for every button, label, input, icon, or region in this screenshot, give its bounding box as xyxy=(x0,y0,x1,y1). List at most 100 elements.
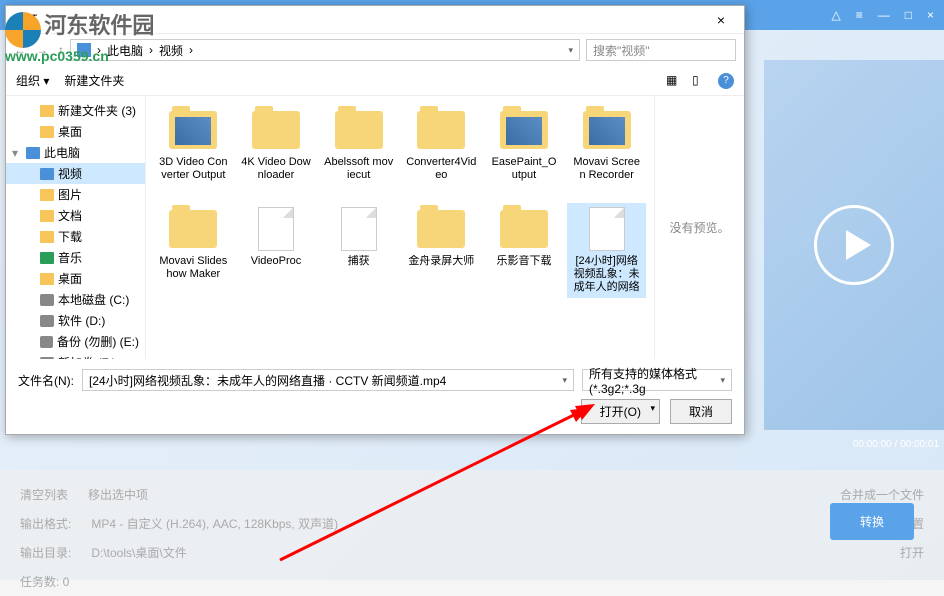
dialog-close-button[interactable]: × xyxy=(706,12,736,28)
folder-icon xyxy=(252,111,300,149)
file-item[interactable]: Abelssoft moviecut xyxy=(319,104,398,199)
path-seg-videos[interactable]: 视频 xyxy=(159,42,183,59)
file-label: Movavi Slideshow Maker xyxy=(158,255,229,281)
tree-item[interactable]: 备份 (勿删) (E:) xyxy=(6,331,145,352)
tree-item[interactable]: 视频 xyxy=(6,163,145,184)
folder-icon xyxy=(583,111,631,149)
tree-item[interactable]: 本地磁盘 (C:) xyxy=(6,289,145,310)
play-button[interactable] xyxy=(814,205,894,285)
folder-icon xyxy=(169,111,217,149)
document-icon xyxy=(589,207,625,251)
path-dropdown-icon[interactable]: ▾ xyxy=(568,45,573,56)
document-icon xyxy=(258,207,294,251)
preview-pane: 没有预览。 xyxy=(654,96,744,359)
help-icon[interactable]: ? xyxy=(718,73,734,89)
output-dir-value[interactable]: D:\tools\桌面\文件 xyxy=(91,544,186,561)
filetype-select[interactable]: 所有支持的媒体格式(*.3g2;*.3g ▾ xyxy=(582,369,732,391)
remove-selected-button[interactable]: 移出选中项 xyxy=(88,486,148,503)
folder-icon xyxy=(40,231,54,243)
dialog-toolbar: 组织 ▾ 新建文件夹 ▦ ▯ ? xyxy=(6,66,744,96)
close-icon[interactable]: × xyxy=(927,8,934,22)
folder-icon xyxy=(40,105,54,117)
file-item[interactable]: Movavi Screen Recorder xyxy=(567,104,646,199)
filetype-value: 所有支持的媒体格式(*.3g2;*.3g xyxy=(589,365,720,396)
dialog-footer: 文件名(N): [24小时]网络视频乱象：未成年人的网络直播 · CCTV 新闻… xyxy=(6,359,744,434)
tree-item[interactable]: 图片 xyxy=(6,184,145,205)
file-item[interactable]: [24小时]网络视频乱象：未成年人的网络直播 · CCTV 新闻频... xyxy=(567,203,646,298)
file-label: Converter4Video xyxy=(406,156,477,182)
file-label: 金舟录屏大师 xyxy=(408,255,474,268)
tree-item[interactable]: 下载 xyxy=(6,226,145,247)
file-label: 捕获 xyxy=(348,255,370,268)
file-item[interactable]: Converter4Video xyxy=(402,104,481,199)
file-item[interactable]: 3D Video Converter Output xyxy=(154,104,233,199)
open-button[interactable]: 打开(O) ▾ xyxy=(581,399,660,424)
minimize-icon[interactable]: — xyxy=(878,8,890,22)
preview-panel xyxy=(764,60,944,430)
user-icon[interactable]: △ xyxy=(831,8,840,22)
file-label: EasePaint_Output xyxy=(489,156,560,182)
pc-icon xyxy=(26,147,40,159)
tree-item-label: 软件 (D:) xyxy=(58,312,105,329)
folder-icon xyxy=(417,210,465,248)
watermark-title: 河东软件园 xyxy=(44,13,154,38)
tree-item-label: 图片 xyxy=(58,186,82,203)
tree-item-label: 下载 xyxy=(58,228,82,245)
file-label: 4K Video Downloader xyxy=(241,156,312,182)
file-label: 3D Video Converter Output xyxy=(158,156,229,182)
file-item[interactable]: 捕获 xyxy=(319,203,398,298)
open-dir-button[interactable]: 打开 xyxy=(900,544,924,561)
new-folder-button[interactable]: 新建文件夹 xyxy=(64,72,124,89)
merge-checkbox[interactable]: 合并成一个文件 xyxy=(840,486,924,503)
tree-item[interactable]: 文档 xyxy=(6,205,145,226)
filename-dropdown-icon[interactable]: ▾ xyxy=(562,375,567,386)
file-item[interactable]: 乐影音下载 xyxy=(485,203,564,298)
tree-item-label: 视频 xyxy=(58,165,82,182)
tree-item[interactable]: 新加卷 (F:) xyxy=(6,352,145,359)
file-item[interactable]: EasePaint_Output xyxy=(485,104,564,199)
clear-list-button[interactable]: 清空列表 xyxy=(20,486,68,503)
convert-button[interactable]: 转换 xyxy=(830,503,914,540)
tree-item[interactable]: 音乐 xyxy=(6,247,145,268)
file-label: 乐影音下载 xyxy=(496,255,551,268)
file-item[interactable]: VideoProc xyxy=(237,203,316,298)
file-item[interactable]: Movavi Slideshow Maker xyxy=(154,203,233,298)
tree-item-label: 文档 xyxy=(58,207,82,224)
file-label: VideoProc xyxy=(251,255,302,268)
tree-item-label: 本地磁盘 (C:) xyxy=(58,291,129,308)
file-label: [24小时]网络视频乱象：未成年人的网络直播 · CCTV 新闻频... xyxy=(571,255,642,294)
file-label: Abelssoft moviecut xyxy=(323,156,394,182)
document-icon xyxy=(341,207,377,251)
tree-item[interactable]: ▾此电脑 xyxy=(6,142,145,163)
folder-icon xyxy=(335,111,383,149)
tree-item[interactable]: 软件 (D:) xyxy=(6,310,145,331)
folder-icon xyxy=(169,210,217,248)
search-input[interactable]: 搜索"视频" xyxy=(586,39,736,61)
output-format-value[interactable]: MP4 - 自定义 (H.264), AAC, 128Kbps, 双声道) xyxy=(91,515,338,532)
task-count: 任务数: 0 xyxy=(20,573,69,590)
folder-tree[interactable]: 新建文件夹 (3)桌面▾此电脑视频图片文档下载音乐桌面本地磁盘 (C:)软件 (… xyxy=(6,96,146,359)
tree-item[interactable]: 新建文件夹 (3) xyxy=(6,100,145,121)
folder-icon xyxy=(40,126,54,138)
menu-icon[interactable]: ≡ xyxy=(856,8,863,22)
view-mode-icon[interactable]: ▦ xyxy=(666,73,682,89)
file-grid[interactable]: 3D Video Converter Output 4K Video Downlo… xyxy=(146,96,654,359)
tree-item[interactable]: 桌面 xyxy=(6,121,145,142)
output-dir-label: 输出目录: xyxy=(20,544,71,561)
folder-icon xyxy=(417,111,465,149)
file-label: Movavi Screen Recorder xyxy=(571,156,642,182)
disk-icon xyxy=(40,315,54,327)
filetype-dropdown-icon[interactable]: ▾ xyxy=(720,375,725,386)
file-open-dialog: 打开 × ← → ↑ › 此电脑 › 视频 › ▾ 搜索"视频" 组织 ▾ 新建… xyxy=(5,5,745,435)
maximize-icon[interactable]: □ xyxy=(905,8,912,22)
folder-icon xyxy=(40,189,54,201)
preview-toggle-icon[interactable]: ▯ xyxy=(692,73,708,89)
tree-item[interactable]: 桌面 xyxy=(6,268,145,289)
play-icon xyxy=(846,230,871,260)
file-item[interactable]: 4K Video Downloader xyxy=(237,104,316,199)
organize-button[interactable]: 组织 ▾ xyxy=(16,72,49,89)
cancel-button[interactable]: 取消 xyxy=(670,399,732,424)
filename-input[interactable]: [24小时]网络视频乱象：未成年人的网络直播 · CCTV 新闻频道.mp4 ▾ xyxy=(82,369,574,391)
timeline-text: 00:00:00 / 00:00:01 xyxy=(853,439,939,450)
file-item[interactable]: 金舟录屏大师 xyxy=(402,203,481,298)
